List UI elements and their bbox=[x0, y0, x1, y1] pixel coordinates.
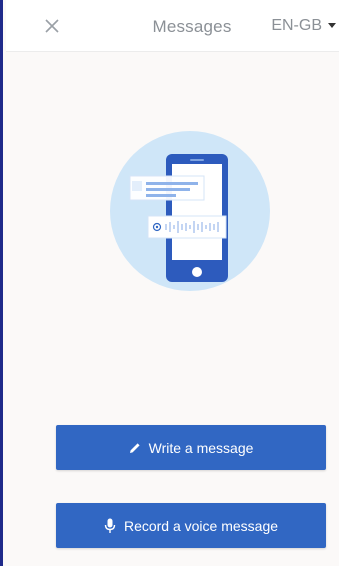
app-frame: Messages EN-GB Write a message Record a … bbox=[0, 0, 339, 566]
header: Messages EN-GB bbox=[6, 0, 339, 52]
microphone-icon bbox=[104, 518, 116, 534]
record-voice-message-label: Record a voice message bbox=[123, 517, 279, 534]
pencil-icon bbox=[129, 442, 141, 454]
caret-down-icon bbox=[328, 23, 336, 28]
write-message-button[interactable]: Write a message bbox=[56, 425, 326, 470]
write-message-label: Write a message bbox=[148, 439, 254, 456]
language-selector[interactable]: EN-GB bbox=[271, 17, 336, 35]
record-voice-message-button[interactable]: Record a voice message bbox=[56, 503, 326, 548]
language-label: EN-GB bbox=[271, 17, 322, 34]
phone-illustration bbox=[100, 116, 280, 306]
